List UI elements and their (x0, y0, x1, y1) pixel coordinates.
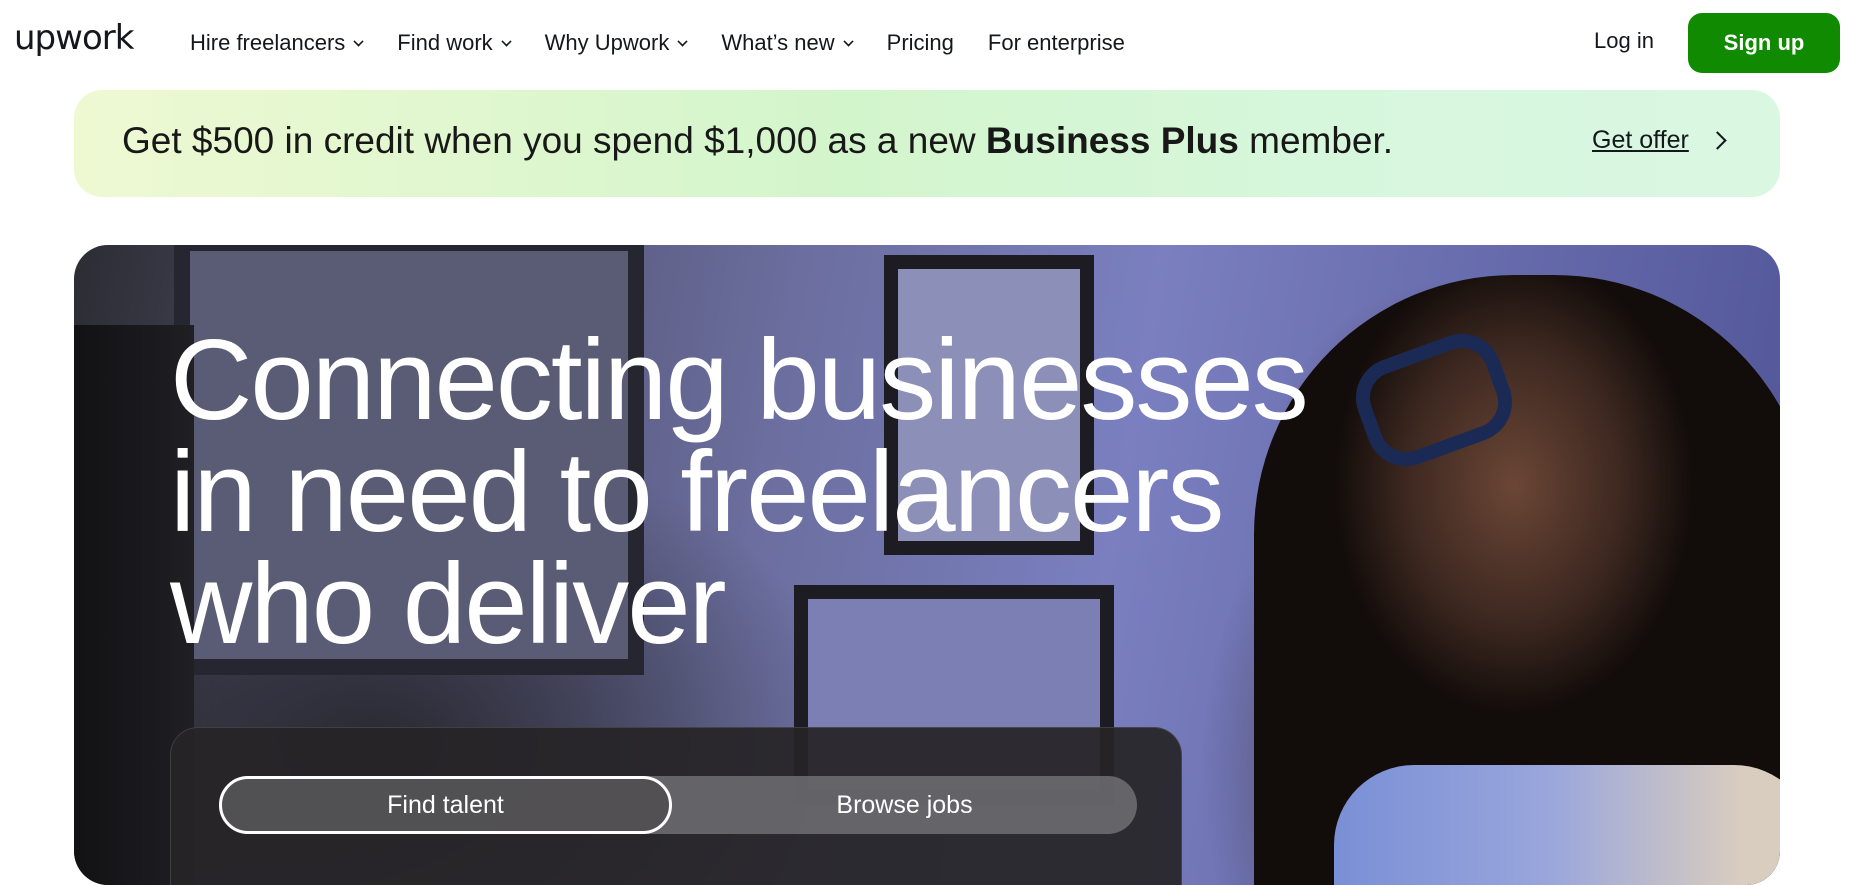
hero-headline: Connecting businesses in need to freelan… (170, 317, 1309, 668)
nav-item-hire-freelancers[interactable]: Hire freelancers (190, 30, 364, 56)
headline-line: Connecting businesses (170, 317, 1309, 444)
chevron-down-icon (677, 35, 688, 47)
search-mode-toggle: Find talent Browse jobs (219, 776, 1137, 834)
nav-item-label: Pricing (886, 30, 954, 55)
nav-item-for-enterprise[interactable]: For enterprise (988, 30, 1125, 56)
login-link[interactable]: Log in (1594, 28, 1654, 54)
tab-find-talent[interactable]: Find talent (219, 776, 672, 834)
search-panel: Find talent Browse jobs (170, 727, 1182, 885)
hero-section: Connecting businesses in need to freelan… (74, 245, 1780, 885)
promo-text: Get $500 in credit when you spend $1,000… (122, 120, 1393, 162)
headline-line: who deliver (170, 541, 727, 668)
headline-line: in need to freelancers (170, 429, 1224, 556)
get-offer-label: Get offer (1592, 126, 1689, 154)
chevron-right-icon (1708, 131, 1727, 150)
chevron-down-icon (353, 35, 364, 47)
nav-item-label: Why Upwork (544, 30, 670, 55)
promo-text-bold: Business Plus (985, 120, 1239, 161)
hero-photo-person (1334, 765, 1780, 885)
top-navigation: upwork Hire freelancers Find work Why Up… (0, 0, 1855, 86)
nav-item-label: Find work (397, 30, 493, 55)
nav-item-why-upwork[interactable]: Why Upwork (545, 30, 688, 56)
tab-browse-jobs[interactable]: Browse jobs (672, 776, 1137, 834)
nav-item-label: For enterprise (987, 30, 1125, 55)
get-offer-link[interactable]: Get offer (1592, 126, 1727, 155)
nav-item-pricing[interactable]: Pricing (887, 30, 954, 56)
signup-button[interactable]: Sign up (1688, 13, 1840, 73)
promo-banner: Get $500 in credit when you spend $1,000… (74, 90, 1780, 197)
chevron-down-icon (843, 35, 854, 47)
nav-item-label: Hire freelancers (190, 30, 346, 55)
promo-text-end: member. (1238, 120, 1394, 161)
nav-item-label: What’s new (721, 30, 835, 55)
nav-item-find-work[interactable]: Find work (397, 30, 512, 56)
promo-text-start: Get $500 in credit when you spend $1,000… (122, 120, 986, 161)
upwork-logo[interactable]: upwork (14, 18, 134, 58)
chevron-down-icon (501, 35, 512, 47)
nav-item-whats-new[interactable]: What’s new (721, 30, 854, 56)
main-menu: Hire freelancers Find work Why Upwork Wh… (190, 28, 1159, 58)
